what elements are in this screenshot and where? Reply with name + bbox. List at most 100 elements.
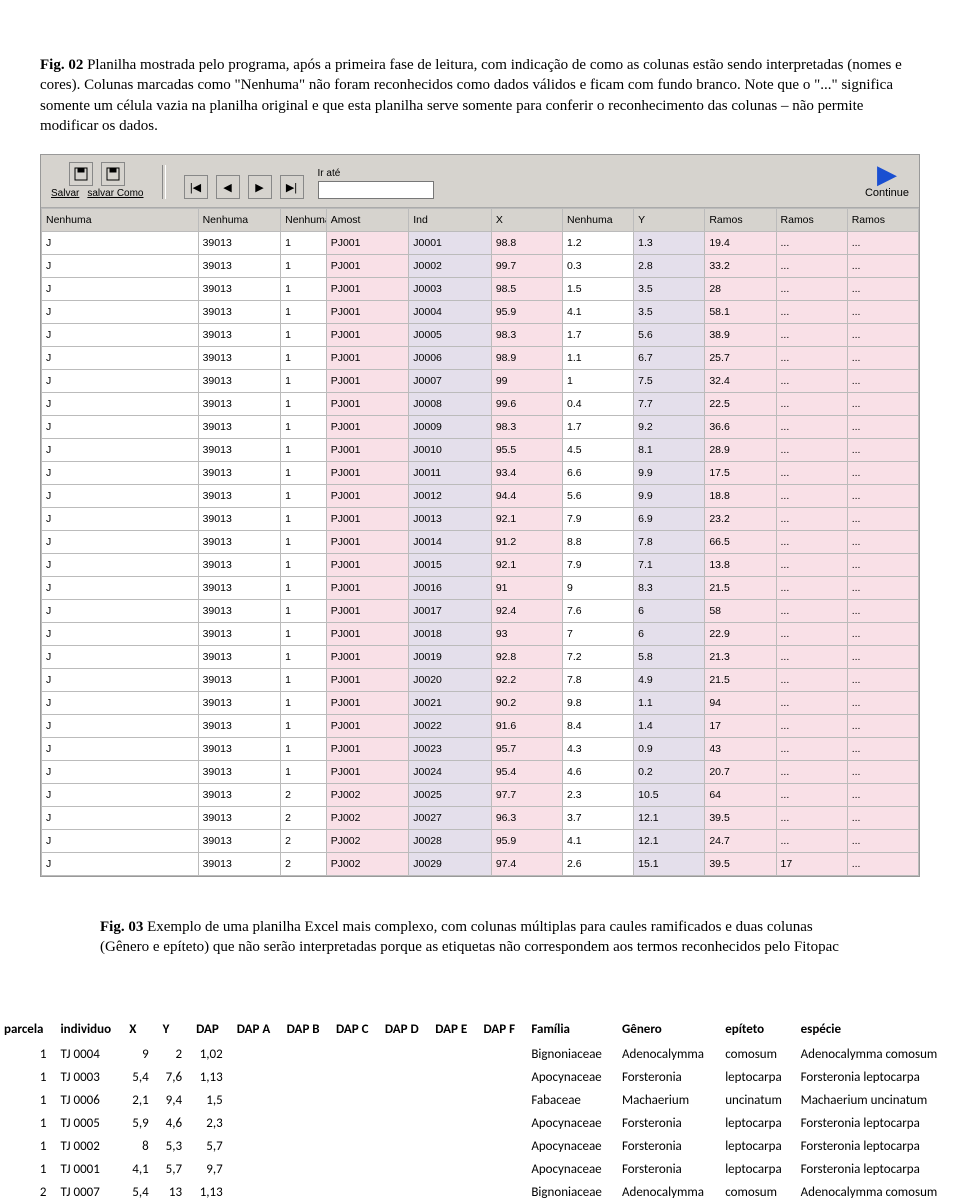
cell[interactable]: ... [776, 324, 847, 347]
cell[interactable]: 6 [634, 623, 705, 646]
cell[interactable]: ... [847, 554, 918, 577]
cell[interactable]: 99 [491, 370, 562, 393]
cell[interactable]: 95.7 [491, 738, 562, 761]
cell[interactable]: 15.1 [634, 853, 705, 876]
cell[interactable]: 1 [281, 232, 327, 255]
cell[interactable]: J0001 [409, 232, 492, 255]
cell[interactable]: ... [776, 577, 847, 600]
cell[interactable]: 39013 [198, 278, 281, 301]
cell[interactable]: J [42, 646, 199, 669]
cell[interactable]: J0029 [409, 853, 492, 876]
cell[interactable]: 39013 [198, 669, 281, 692]
table-row[interactable]: J390131PJ001J002395.74.30.943...... [42, 738, 919, 761]
cell[interactable]: 98.5 [491, 278, 562, 301]
cell[interactable]: 98.8 [491, 232, 562, 255]
cell[interactable]: J [42, 462, 199, 485]
cell[interactable]: ... [847, 439, 918, 462]
cell[interactable]: 2.8 [634, 255, 705, 278]
cell[interactable]: 10.5 [634, 784, 705, 807]
cell[interactable]: 8.8 [563, 531, 634, 554]
cell[interactable]: ... [776, 646, 847, 669]
cell[interactable]: PJ001 [326, 600, 409, 623]
cell[interactable]: 2 [281, 830, 327, 853]
cell[interactable]: PJ001 [326, 324, 409, 347]
cell[interactable]: 4.5 [563, 439, 634, 462]
cell[interactable]: ... [847, 600, 918, 623]
cell[interactable]: 28 [705, 278, 776, 301]
cell[interactable]: J0008 [409, 393, 492, 416]
cell[interactable]: 1.2 [563, 232, 634, 255]
cell[interactable]: 33.2 [705, 255, 776, 278]
cell[interactable]: 91.6 [491, 715, 562, 738]
table-row[interactable]: J390132PJ002J002597.72.310.564...... [42, 784, 919, 807]
table-row[interactable]: J390131PJ001J000398.51.53.528...... [42, 278, 919, 301]
table-row[interactable]: J390131PJ001J000998.31.79.236.6...... [42, 416, 919, 439]
cell[interactable]: J [42, 255, 199, 278]
table-row[interactable]: J390131PJ001J001592.17.97.113.8...... [42, 554, 919, 577]
cell[interactable]: 0.9 [634, 738, 705, 761]
save-as-label[interactable]: salvar Como [87, 188, 143, 199]
cell[interactable]: 1.3 [634, 232, 705, 255]
cell[interactable]: 66.5 [705, 531, 776, 554]
column-header[interactable]: Y [634, 209, 705, 232]
cell[interactable]: PJ001 [326, 554, 409, 577]
table-row[interactable]: J390131PJ001J002291.68.41.417...... [42, 715, 919, 738]
cell[interactable]: 0.2 [634, 761, 705, 784]
cell[interactable]: 1 [281, 301, 327, 324]
cell[interactable]: PJ002 [326, 807, 409, 830]
cell[interactable]: 97.7 [491, 784, 562, 807]
cell[interactable]: 22.9 [705, 623, 776, 646]
cell[interactable]: J0022 [409, 715, 492, 738]
cell[interactable]: 7.8 [634, 531, 705, 554]
cell[interactable]: 17 [776, 853, 847, 876]
cell[interactable]: 95.5 [491, 439, 562, 462]
cell[interactable]: PJ001 [326, 531, 409, 554]
cell[interactable]: PJ001 [326, 370, 409, 393]
cell[interactable]: 1 [281, 600, 327, 623]
cell[interactable]: 1 [281, 462, 327, 485]
cell[interactable]: PJ001 [326, 439, 409, 462]
cell[interactable]: J0005 [409, 324, 492, 347]
cell[interactable]: J [42, 600, 199, 623]
cell[interactable]: 38.9 [705, 324, 776, 347]
cell[interactable]: 99.6 [491, 393, 562, 416]
cell[interactable]: 39013 [198, 301, 281, 324]
table-row[interactable]: J390131PJ001J00169198.321.5...... [42, 577, 919, 600]
cell[interactable]: 92.2 [491, 669, 562, 692]
cell[interactable]: ... [776, 531, 847, 554]
cell[interactable]: 92.1 [491, 554, 562, 577]
cell[interactable]: 12.1 [634, 807, 705, 830]
cell[interactable]: PJ002 [326, 784, 409, 807]
cell[interactable]: J0028 [409, 830, 492, 853]
cell[interactable]: J [42, 393, 199, 416]
cell[interactable]: 39013 [198, 485, 281, 508]
cell[interactable]: 0.4 [563, 393, 634, 416]
cell[interactable]: 97.4 [491, 853, 562, 876]
cell[interactable]: ... [847, 646, 918, 669]
cell[interactable]: ... [847, 485, 918, 508]
cell[interactable]: 7.8 [563, 669, 634, 692]
cell[interactable]: ... [776, 508, 847, 531]
cell[interactable]: 39013 [198, 692, 281, 715]
cell[interactable]: 39.5 [705, 807, 776, 830]
table-row[interactable]: J390131PJ001J001193.46.69.917.5...... [42, 462, 919, 485]
cell[interactable]: 6.6 [563, 462, 634, 485]
cell[interactable]: J0015 [409, 554, 492, 577]
cell[interactable]: PJ001 [326, 646, 409, 669]
cell[interactable]: J [42, 669, 199, 692]
cell[interactable]: J0013 [409, 508, 492, 531]
table-row[interactable]: J390132PJ002J002796.33.712.139.5...... [42, 807, 919, 830]
cell[interactable]: ... [776, 347, 847, 370]
cell[interactable]: J0003 [409, 278, 492, 301]
cell[interactable]: 2 [281, 853, 327, 876]
cell[interactable]: J0019 [409, 646, 492, 669]
cell[interactable]: 3.5 [634, 278, 705, 301]
table-row[interactable]: J390131PJ001J001792.47.6658...... [42, 600, 919, 623]
cell[interactable]: 1 [281, 554, 327, 577]
cell[interactable]: 39013 [198, 324, 281, 347]
cell[interactable]: J [42, 853, 199, 876]
cell[interactable]: 1 [281, 508, 327, 531]
cell[interactable]: 92.4 [491, 600, 562, 623]
cell[interactable]: PJ001 [326, 623, 409, 646]
cell[interactable]: PJ001 [326, 301, 409, 324]
